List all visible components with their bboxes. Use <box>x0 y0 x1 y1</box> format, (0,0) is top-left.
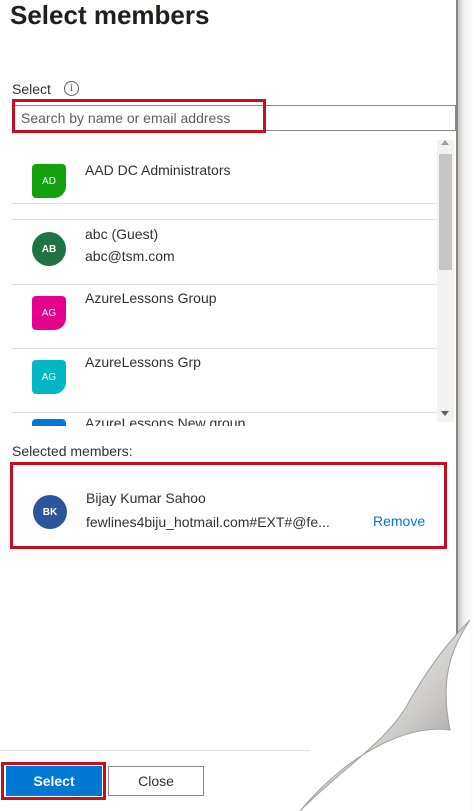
list-item[interactable]: AB abc (Guest) abc@tsm.com <box>12 220 437 285</box>
list-item-name: AzureLessons New group <box>85 415 246 426</box>
close-button[interactable]: Close <box>108 766 204 796</box>
select-label: Select <box>12 81 51 97</box>
selected-member-name: Bijay Kumar Sahoo <box>86 490 206 506</box>
list-item-name: AzureLessons Group <box>85 290 217 306</box>
annotation-highlight-search <box>12 99 266 133</box>
list-item-name: abc (Guest) <box>85 226 159 242</box>
avatar: BK <box>33 495 67 529</box>
selected-member-email: fewlines4biju_hotmail.com#EXT#@fe... <box>86 514 330 530</box>
footer-divider <box>0 750 310 751</box>
avatar: AB <box>32 232 66 266</box>
scroll-down-icon[interactable] <box>441 411 449 416</box>
page-title: Select members <box>10 0 210 30</box>
list-item[interactable]: AG AzureLessons Grp <box>12 348 437 413</box>
avatar: AG <box>32 296 66 330</box>
remove-link[interactable]: Remove <box>373 513 425 529</box>
scroll-up-icon[interactable] <box>441 140 449 145</box>
select-button[interactable]: Select <box>6 766 102 796</box>
member-list: AD AAD DC Administrators AB abc (Guest) … <box>12 140 437 426</box>
selected-members-label: Selected members: <box>12 443 133 459</box>
avatar: AD <box>32 164 66 198</box>
list-item-name: AAD DC Administrators <box>85 162 231 178</box>
list-item[interactable]: AzureLessons New group <box>12 412 437 426</box>
list-item[interactable]: AG AzureLessons Group <box>12 284 437 349</box>
list-item-email: abc@tsm.com <box>85 248 175 264</box>
list-item[interactable]: AD AAD DC Administrators <box>12 140 437 204</box>
list-item-name: AzureLessons Grp <box>85 354 201 370</box>
info-icon[interactable]: i <box>64 81 79 96</box>
page-curl-decoration <box>300 620 470 811</box>
list-scrollbar[interactable] <box>437 140 454 422</box>
avatar <box>32 419 66 426</box>
selected-member-item: BK Bijay Kumar Sahoo fewlines4biju_hotma… <box>10 462 447 549</box>
scrollbar-thumb[interactable] <box>439 154 452 270</box>
avatar: AG <box>32 360 66 394</box>
